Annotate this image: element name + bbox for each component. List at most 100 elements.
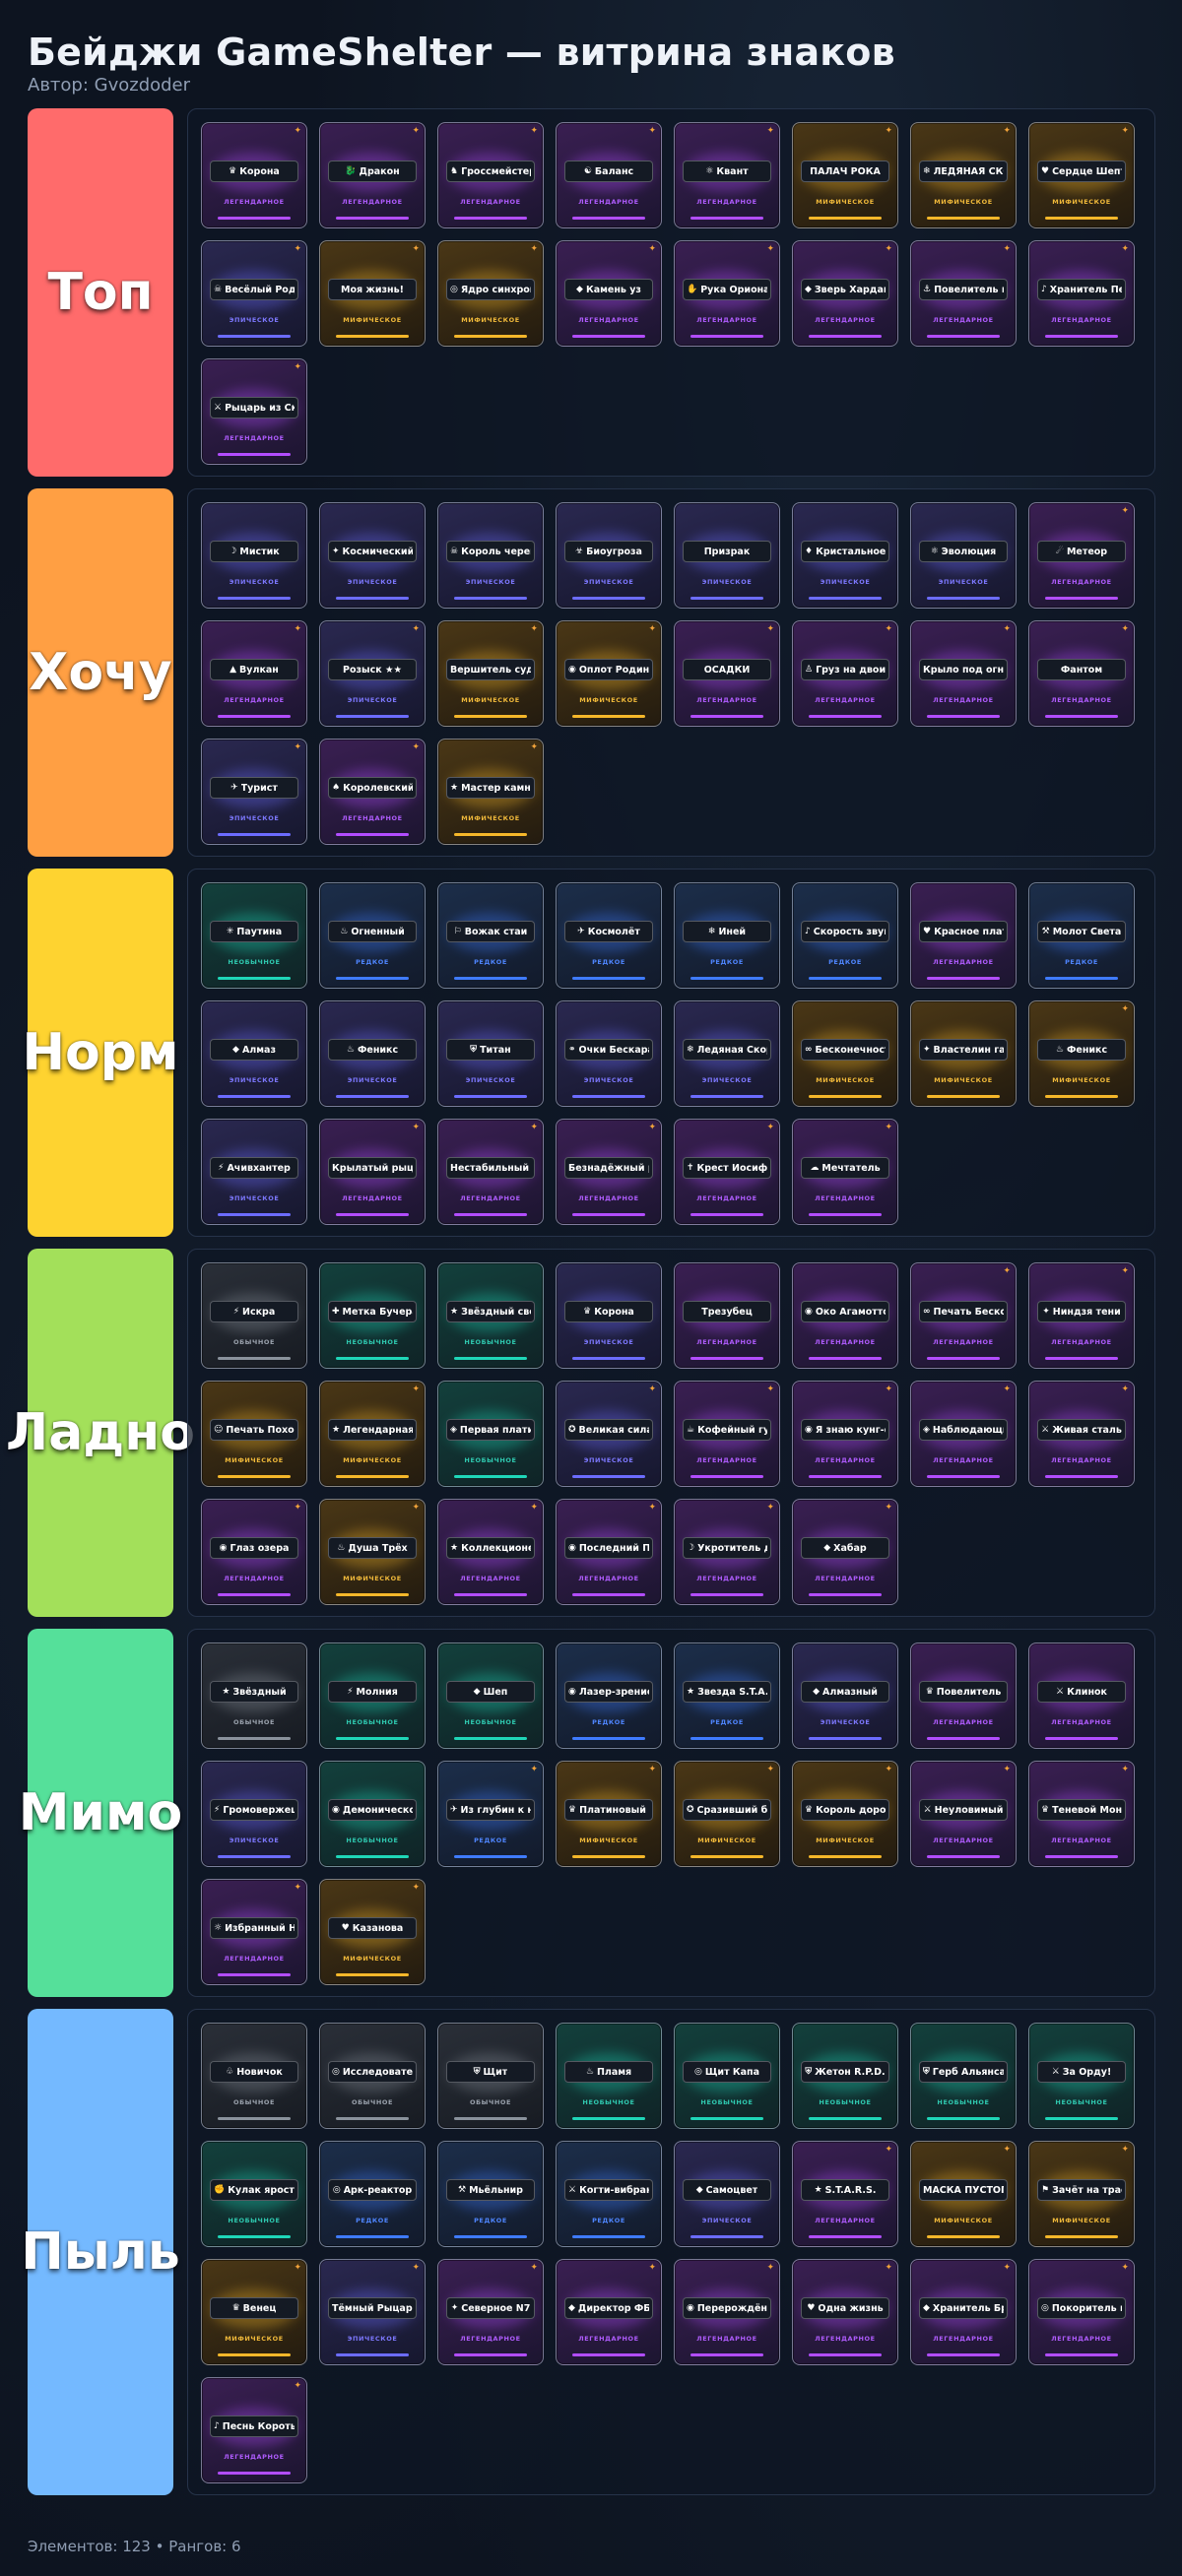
- badge-card[interactable]: ✦ ✦ Северное N7 ЛЕГЕНДАРНОЕ: [437, 2259, 544, 2365]
- badge-card[interactable]: ✦ Моя жизнь! МИФИЧЕСКОЕ: [319, 240, 426, 347]
- badge-card[interactable]: ✦ ♥Сердце Шептера МИФИЧЕСКОЕ: [1028, 122, 1135, 228]
- badge-card[interactable]: ✦ ✪Сразивший богов МИФИЧЕСКОЕ: [674, 1761, 780, 1867]
- badge-card[interactable]: ✦ ♛ Венец МИФИЧЕСКОЕ: [201, 2259, 307, 2365]
- badge-card[interactable]: ✦ ★Легендарная звезда МИФИЧЕСКОЕ: [319, 1381, 426, 1487]
- badge-card[interactable]: ★Звёздный свет НЕОБЫЧНОЕ: [437, 1262, 544, 1369]
- badge-card[interactable]: Трезубец ЛЕГЕНДАРНОЕ: [674, 1262, 780, 1369]
- badge-card[interactable]: ✦ ♛Теневой Монарх ЛЕГЕНДАРНОЕ: [1028, 1761, 1135, 1867]
- badge-card[interactable]: ✦ ♪Песнь Коротыри ЛЕГЕНДАРНОЕ: [201, 2377, 307, 2483]
- badge-card[interactable]: ✦ ◎Ядро синхронизации МИФИЧЕСКОЕ: [437, 240, 544, 347]
- badge-card[interactable]: ✦ ☁ Мечтатель ЛЕГЕНДАРНОЕ: [792, 1119, 898, 1225]
- badge-card[interactable]: ✦ ✈ Турист ЭПИЧЕСКОЕ: [201, 739, 307, 845]
- tier-label[interactable]: Топ: [28, 108, 173, 477]
- badge-card[interactable]: ☣ Биоугроза ЭПИЧЕСКОЕ: [556, 502, 662, 609]
- badge-card[interactable]: ★ Звёздный ОБЫЧНОЕ: [201, 1642, 307, 1749]
- badge-card[interactable]: ✦ Крыло под огнём ЛЕГЕНДАРНОЕ: [910, 620, 1017, 727]
- badge-card[interactable]: ♪Скорость звука РЕДКОЕ: [792, 882, 898, 989]
- badge-card[interactable]: ⚡ Ачивхантер ЭПИЧЕСКОЕ: [201, 1119, 307, 1225]
- badge-card[interactable]: ✦ ★Коллекционер игр ЛЕГЕНДАРНОЕ: [437, 1499, 544, 1605]
- badge-card[interactable]: ✦ ◆ Камень уз ЛЕГЕНДАРНОЕ: [556, 240, 662, 347]
- badge-card[interactable]: ⛨ Жетон R.P.D. НЕОБЫЧНОЕ: [792, 2023, 898, 2129]
- badge-card[interactable]: ⛨ Титан ЭПИЧЕСКОЕ: [437, 1000, 544, 1107]
- badge-card[interactable]: ❄Ледяная Скорбь ЭПИЧЕСКОЕ: [674, 1000, 780, 1107]
- badge-card[interactable]: ✦ ☄ Метеор ЛЕГЕНДАРНОЕ: [1028, 502, 1135, 609]
- badge-card[interactable]: ☽ Мистик ЭПИЧЕСКОЕ: [201, 502, 307, 609]
- badge-card[interactable]: ⚡ Молния НЕОБЫЧНОЕ: [319, 1642, 426, 1749]
- badge-card[interactable]: ✦ ✈Из глубин к небесам РЕДКОЕ: [437, 1761, 544, 1867]
- badge-card[interactable]: ⚭ Очки Бескара ЭПИЧЕСКОЕ: [556, 1000, 662, 1107]
- badge-card[interactable]: ✦ Розыск ★★ ЭПИЧЕСКОЕ: [319, 620, 426, 727]
- badge-card[interactable]: ◎Исследователь ОБЫЧНОЕ: [319, 2023, 426, 2129]
- badge-card[interactable]: ✦ ◉Оплот Родины МИФИЧЕСКОЕ: [556, 620, 662, 727]
- badge-card[interactable]: ✦ ◉Перерождённый ЛЕГЕНДАРНОЕ: [674, 2259, 780, 2365]
- badge-card[interactable]: ✦ ⚓Повелитель морей ЛЕГЕНДАРНОЕ: [910, 240, 1017, 347]
- badge-card[interactable]: ✦ Безнадёжный романтик ЛЕГЕНДАРНОЕ: [556, 1119, 662, 1225]
- badge-card[interactable]: ✦ ◆Хранитель Братства ЛЕГЕНДАРНОЕ: [910, 2259, 1017, 2365]
- badge-card[interactable]: ◈Первая платина НЕОБЫЧНОЕ: [437, 1381, 544, 1487]
- badge-card[interactable]: ✦ ◈Наблюдающий хвост ЛЕГЕНДАРНОЕ: [910, 1381, 1017, 1487]
- badge-card[interactable]: ⚐ Вожак стаи РЕДКОЕ: [437, 882, 544, 989]
- badge-card[interactable]: ✈ Космолёт РЕДКОЕ: [556, 882, 662, 989]
- badge-card[interactable]: ✦ ⚔Рыцарь из Скалицы ЛЕГЕНДАРНОЕ: [201, 358, 307, 465]
- badge-card[interactable]: ◎ Щит Капа НЕОБЫЧНОЕ: [674, 2023, 780, 2129]
- badge-card[interactable]: ⚡ Искра ОБЫЧНОЕ: [201, 1262, 307, 1369]
- badge-card[interactable]: ⚔ За Орду! НЕОБЫЧНОЕ: [1028, 2023, 1135, 2129]
- badge-card[interactable]: ♦Кристальное сердце ЭПИЧЕСКОЕ: [792, 502, 898, 609]
- badge-card[interactable]: ✦ ✝ Крест Иосифа ЛЕГЕНДАРНОЕ: [674, 1119, 780, 1225]
- badge-card[interactable]: ✦ ❄ЛЕДЯНАЯ СКОРБЬ МИФИЧЕСКОЕ: [910, 122, 1017, 228]
- badge-card[interactable]: ✦ ◆Директор ФБК ЛЕГЕНДАРНОЕ: [556, 2259, 662, 2365]
- badge-card[interactable]: ✦ ⚔ Неуловимый ЛЕГЕНДАРНОЕ: [910, 1761, 1017, 1867]
- badge-card[interactable]: ✦ Космический ЭПИЧЕСКОЕ: [319, 502, 426, 609]
- badge-card[interactable]: ✦ ПАЛАЧ РОКА МИФИЧЕСКОЕ: [792, 122, 898, 228]
- badge-card[interactable]: ◉Демоническое око НЕОБЫЧНОЕ: [319, 1761, 426, 1867]
- tier-label[interactable]: Пыль: [21, 2009, 180, 2495]
- badge-card[interactable]: ⚔ Клинок ЛЕГЕНДАРНОЕ: [1028, 1642, 1135, 1749]
- badge-card[interactable]: ✦ ☯ Баланс ЛЕГЕНДАРНОЕ: [556, 122, 662, 228]
- badge-card[interactable]: ☺Печать Похода МИФИЧЕСКОЕ: [201, 1381, 307, 1487]
- badge-card[interactable]: ♛ Корона ЭПИЧЕСКОЕ: [556, 1262, 662, 1369]
- tier-label[interactable]: Мимо: [19, 1629, 182, 1997]
- badge-card[interactable]: ✦ Фантом ЛЕГЕНДАРНОЕ: [1028, 620, 1135, 727]
- badge-card[interactable]: ✦ ▲ Вулкан ЛЕГЕНДАРНОЕ: [201, 620, 307, 727]
- badge-card[interactable]: ♨ Пламя НЕОБЫЧНОЕ: [556, 2023, 662, 2129]
- badge-card[interactable]: ✦ 🐉 Дракон ЛЕГЕНДАРНОЕ: [319, 122, 426, 228]
- badge-card[interactable]: ⚔Когти-вибраниума РЕДКОЕ: [556, 2141, 662, 2247]
- badge-card[interactable]: ✦ ◉Я знаю кунг-фу ЛЕГЕНДАРНОЕ: [792, 1381, 898, 1487]
- badge-card[interactable]: ✦ Вершитель судеб МИФИЧЕСКОЕ: [437, 620, 544, 727]
- badge-card[interactable]: ✦ ⚔ Живая сталь ЛЕГЕНДАРНОЕ: [1028, 1381, 1135, 1487]
- badge-card[interactable]: ⛨ Щит ОБЫЧНОЕ: [437, 2023, 544, 2129]
- badge-card[interactable]: ★Звезда S.T.A.R.S. РЕДКОЕ: [674, 1642, 780, 1749]
- badge-card[interactable]: ♛ Повелитель ЛЕГЕНДАРНОЕ: [910, 1642, 1017, 1749]
- tier-label[interactable]: Ладно: [6, 1249, 195, 1617]
- badge-card[interactable]: ♧ Новичок ОБЫЧНОЕ: [201, 2023, 307, 2129]
- badge-card[interactable]: ✦ ♨ Феникс МИФИЧЕСКОЕ: [1028, 1000, 1135, 1107]
- badge-card[interactable]: ✦ ✪ Великая сила ЭПИЧЕСКОЕ: [556, 1381, 662, 1487]
- badge-card[interactable]: ✦ ✦ Ниндзя тени ЛЕГЕНДАРНОЕ: [1028, 1262, 1135, 1369]
- badge-card[interactable]: ✦ ♥ Казанова МИФИЧЕСКОЕ: [319, 1879, 426, 1985]
- badge-card[interactable]: ✦ ♨ Душа Трёх МИФИЧЕСКОЕ: [319, 1499, 426, 1605]
- badge-card[interactable]: ✊ Кулак ярости НЕОБЫЧНОЕ: [201, 2141, 307, 2247]
- badge-card[interactable]: ◉ Око Агамотто ЛЕГЕНДАРНОЕ: [792, 1262, 898, 1369]
- badge-card[interactable]: ✳ Паутина НЕОБЫЧНОЕ: [201, 882, 307, 989]
- badge-card[interactable]: ⛨ Герб Альянса НЕОБЫЧНОЕ: [910, 2023, 1017, 2129]
- badge-card[interactable]: ✦ ◉Последний Предтеча ЛЕГЕНДАРНОЕ: [556, 1499, 662, 1605]
- tier-label[interactable]: Хочу: [28, 488, 173, 857]
- badge-card[interactable]: ◎ Арк-реактор РЕДКОЕ: [319, 2141, 426, 2247]
- badge-card[interactable]: ✦Властелин галактик МИФИЧЕСКОЕ: [910, 1000, 1017, 1107]
- badge-card[interactable]: ✦ ♞ Гроссмейстер ЛЕГЕНДАРНОЕ: [437, 122, 544, 228]
- badge-card[interactable]: ✦ Крылатый рыцарь ЛЕГЕНДАРНОЕ: [319, 1119, 426, 1225]
- badge-card[interactable]: ◆ Самоцвет ЭПИЧЕСКОЕ: [674, 2141, 780, 2247]
- badge-card[interactable]: ⚡ Громовержец ЭПИЧЕСКОЕ: [201, 1761, 307, 1867]
- badge-card[interactable]: ⚒ Молот Света РЕДКОЕ: [1028, 882, 1135, 989]
- badge-card[interactable]: ⚛ Эволюция ЭПИЧЕСКОЕ: [910, 502, 1017, 609]
- badge-card[interactable]: Призрак ЭПИЧЕСКОЕ: [674, 502, 780, 609]
- badge-card[interactable]: ✦ ∞Печать Бесконечности ЛЕГЕНДАРНОЕ: [910, 1262, 1017, 1369]
- badge-card[interactable]: ✦ ОСАДКИ ЛЕГЕНДАРНОЕ: [674, 620, 780, 727]
- badge-card[interactable]: ✦ ✋ Рука Ориона ЛЕГЕНДАРНОЕ: [674, 240, 780, 347]
- badge-card[interactable]: ✦ ◆Зверь Хардана ЛЕГЕНДАРНОЕ: [792, 240, 898, 347]
- badge-card[interactable]: ◆ Шеп НЕОБЫЧНОЕ: [437, 1642, 544, 1749]
- badge-card[interactable]: ◆ Алмазный ЭПИЧЕСКОЕ: [792, 1642, 898, 1749]
- badge-card[interactable]: ∞Бесконечность МИФИЧЕСКОЕ: [792, 1000, 898, 1107]
- badge-card[interactable]: ✦ ☽Укротитель демонов ЛЕГЕНДАРНОЕ: [674, 1499, 780, 1605]
- badge-card[interactable]: ♥Красное платье ЛЕГЕНДАРНОЕ: [910, 882, 1017, 989]
